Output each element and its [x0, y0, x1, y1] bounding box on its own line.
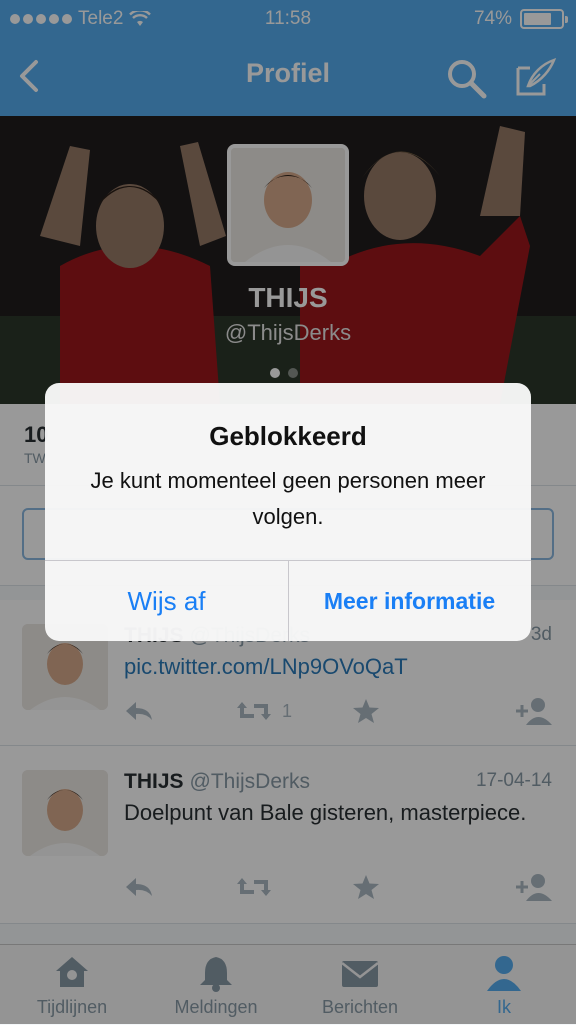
more-info-button[interactable]: Meer informatie	[288, 561, 531, 641]
alert-title: Geblokkeerd	[209, 421, 367, 451]
dismiss-button[interactable]: Wijs af	[45, 561, 288, 641]
alert-message: Je kunt momenteel geen personen meer vol…	[90, 468, 486, 529]
blocked-alert-dialog: Geblokkeerd Je kunt momenteel geen perso…	[45, 383, 531, 641]
